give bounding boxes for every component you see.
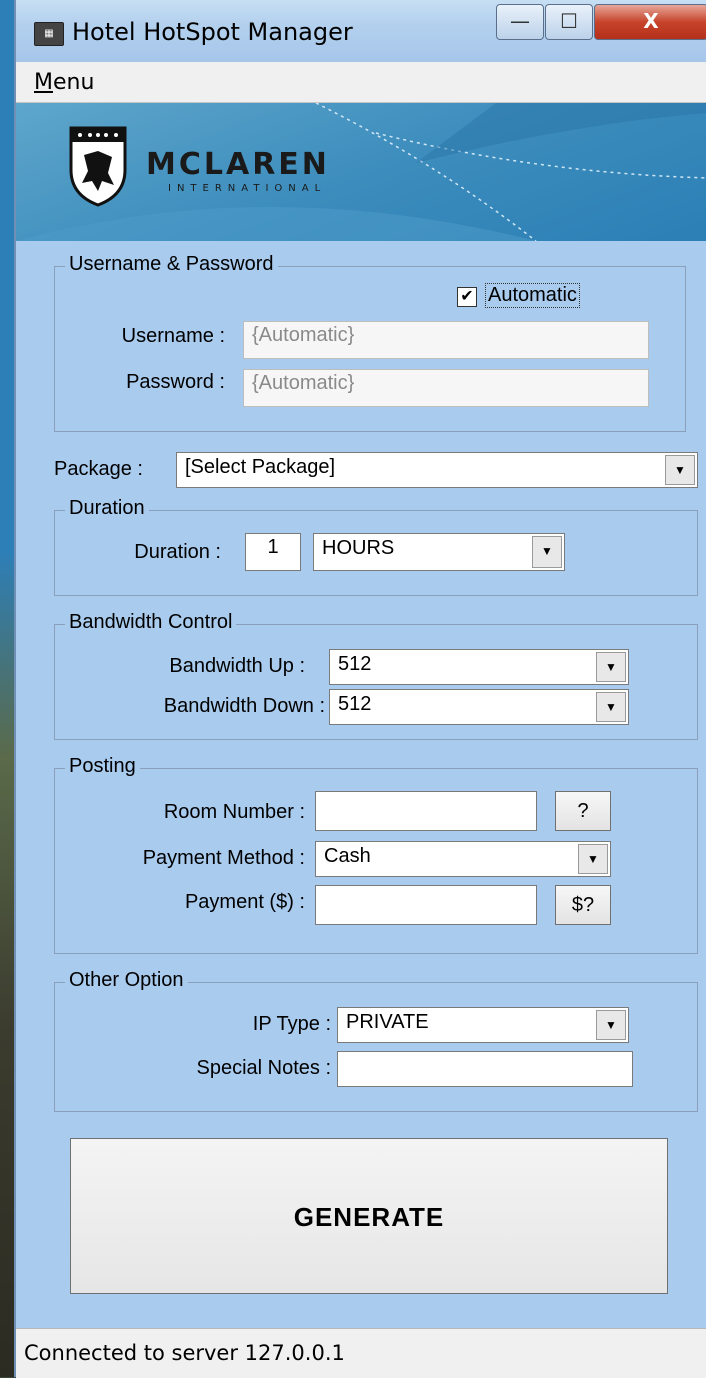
other-option-legend: Other Option xyxy=(65,969,188,992)
package-select[interactable]: [Select Package] ▼ xyxy=(176,452,698,488)
room-lookup-button[interactable]: ? xyxy=(555,791,611,831)
username-field[interactable]: {Automatic} xyxy=(243,321,649,359)
bandwidth-up-value: 512 xyxy=(338,653,372,675)
chevron-down-icon[interactable]: ▼ xyxy=(665,455,695,485)
bandwidth-down-select[interactable]: 512 ▼ xyxy=(329,689,629,725)
generate-button[interactable]: GENERATE xyxy=(70,1138,668,1294)
payment-method-select[interactable]: Cash ▼ xyxy=(315,841,611,877)
package-label: Package : xyxy=(54,458,143,480)
window-title: Hotel HotSpot Manager xyxy=(72,18,353,46)
ip-type-select[interactable]: PRIVATE ▼ xyxy=(337,1007,629,1043)
status-bar: Connected to server 127.0.0.1 xyxy=(16,1328,706,1378)
mclaren-shield-icon xyxy=(69,126,127,207)
bandwidth-up-label: Bandwidth Up : xyxy=(169,655,305,677)
duration-group: Duration Duration : 1 HOURS ▼ xyxy=(54,497,698,596)
room-number-field[interactable] xyxy=(315,791,537,831)
title-bar[interactable]: ▦ Hotel HotSpot Manager — ☐ X xyxy=(16,0,706,63)
special-notes-field[interactable] xyxy=(337,1051,633,1087)
chevron-down-icon[interactable]: ▼ xyxy=(596,652,626,682)
bandwidth-down-value: 512 xyxy=(338,693,372,715)
package-value: [Select Package] xyxy=(185,456,336,478)
brand-banner: MCLAREN INTERNATIONAL xyxy=(16,103,706,241)
menu-bar: Menu xyxy=(16,62,706,103)
maximize-button[interactable]: ☐ xyxy=(545,4,593,40)
ip-type-label: IP Type : xyxy=(252,1013,331,1035)
chevron-down-icon[interactable]: ▼ xyxy=(596,692,626,722)
bandwidth-group: Bandwidth Control Bandwidth Up : 512 ▼ B… xyxy=(54,611,698,740)
maximize-icon: ☐ xyxy=(560,9,578,33)
bandwidth-up-select[interactable]: 512 ▼ xyxy=(329,649,629,685)
other-option-group: Other Option IP Type : PRIVATE ▼ Special… xyxy=(54,969,698,1112)
duration-unit-value: HOURS xyxy=(322,537,395,559)
menu-item-menu[interactable]: Menu xyxy=(34,70,94,95)
duration-legend: Duration xyxy=(65,497,149,520)
posting-legend: Posting xyxy=(65,755,140,778)
bandwidth-down-label: Bandwidth Down : xyxy=(163,695,325,717)
connection-status: Connected to server 127.0.0.1 xyxy=(24,1341,345,1365)
password-field[interactable]: {Automatic} xyxy=(243,369,649,407)
close-icon: X xyxy=(643,9,659,33)
app-window: ▦ Hotel HotSpot Manager — ☐ X Menu MCLAR… xyxy=(14,0,706,1378)
ip-type-value: PRIVATE xyxy=(346,1011,429,1033)
payment-calc-button[interactable]: $? xyxy=(555,885,611,925)
chevron-down-icon[interactable]: ▼ xyxy=(532,536,562,568)
duration-label: Duration : xyxy=(134,541,221,563)
minimize-icon: — xyxy=(510,9,530,33)
automatic-label[interactable]: Automatic xyxy=(485,283,580,308)
payment-amount-label: Payment ($) : xyxy=(184,891,305,913)
credentials-group: Username & Password ✔ Automatic Username… xyxy=(54,253,686,432)
duration-amount-field[interactable]: 1 xyxy=(245,533,301,571)
bandwidth-legend: Bandwidth Control xyxy=(65,611,237,634)
credentials-legend: Username & Password xyxy=(65,253,278,276)
special-notes-label: Special Notes : xyxy=(196,1057,331,1079)
automatic-checkbox[interactable]: ✔ xyxy=(457,287,477,307)
payment-method-value: Cash xyxy=(324,845,371,867)
posting-group: Posting Room Number : ? Payment Method :… xyxy=(54,755,698,954)
chevron-down-icon[interactable]: ▼ xyxy=(578,844,608,874)
username-label: Username : xyxy=(121,325,225,347)
chevron-down-icon[interactable]: ▼ xyxy=(596,1010,626,1040)
duration-unit-select[interactable]: HOURS ▼ xyxy=(313,533,565,571)
brand-subtitle: INTERNATIONAL xyxy=(168,183,327,194)
app-icon[interactable]: ▦ xyxy=(34,22,64,46)
brand-name: MCLAREN xyxy=(146,147,330,182)
payment-method-label: Payment Method : xyxy=(142,847,305,869)
password-label: Password : xyxy=(126,371,225,393)
payment-amount-field[interactable] xyxy=(315,885,537,925)
room-number-label: Room Number : xyxy=(163,801,305,823)
close-button[interactable]: X xyxy=(594,4,706,40)
minimize-button[interactable]: — xyxy=(496,4,544,40)
